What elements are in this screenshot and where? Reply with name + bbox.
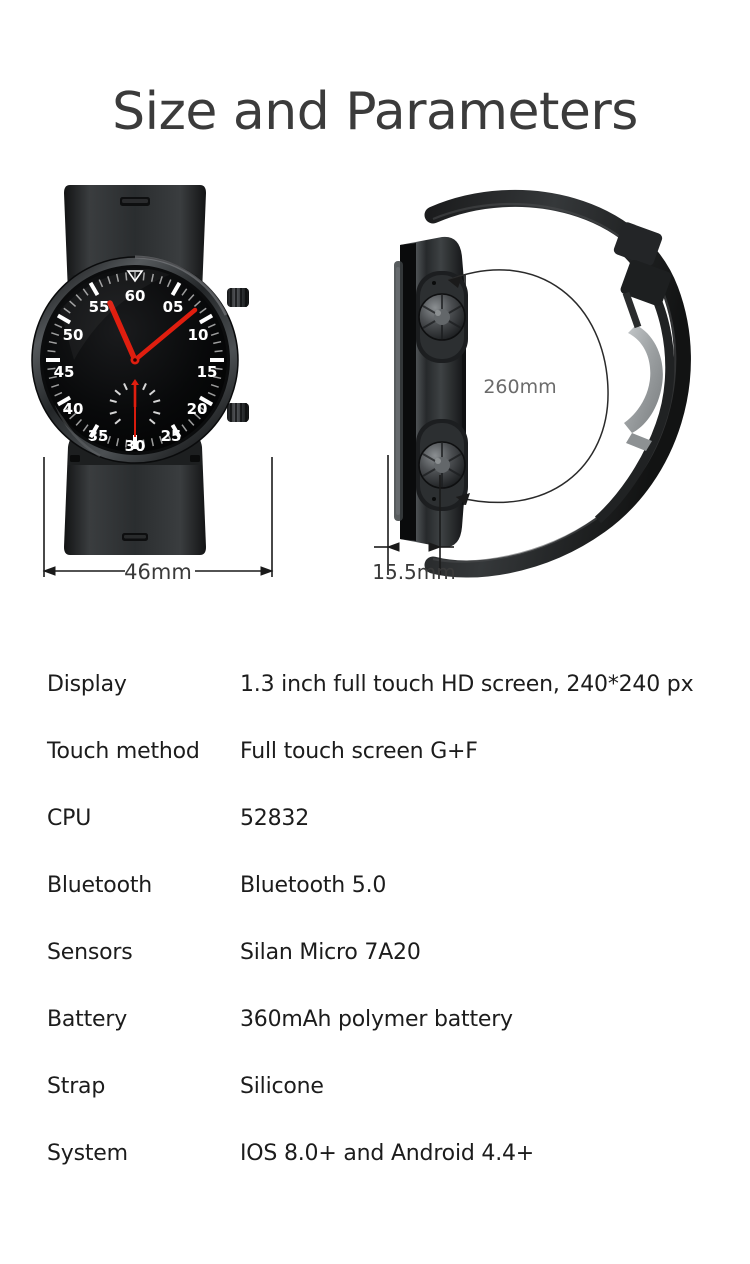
spec-label: CPU [47, 806, 92, 831]
side-button-lower [227, 403, 249, 422]
front-dimension-label: 46mm [124, 560, 192, 584]
spec-value: Silan Micro 7A20 [240, 940, 421, 965]
spec-value: 1.3 inch full touch HD screen, 240*240 p… [240, 672, 694, 697]
side-view-group: 260mm 15.5mm [370, 175, 730, 615]
spec-value: IOS 8.0+ and Android 4.4+ [240, 1141, 535, 1166]
smartwatch-side-svg: 260mm 15.5mm [372, 189, 691, 584]
spec-label: Strap [47, 1074, 106, 1099]
dimension-260mm: 260mm [447, 269, 609, 505]
table-row: Bluetooth Bluetooth 5.0 [47, 873, 727, 940]
table-row: System IOS 8.0+ and Android 4.4+ [47, 1141, 727, 1208]
side-thickness-label: 15.5mm [372, 560, 456, 584]
strap-circumference-label: 260mm [483, 376, 556, 398]
spec-label: Sensors [47, 940, 133, 965]
table-row: Battery 360mAh polymer battery [47, 1007, 727, 1074]
spec-value: Full touch screen G+F [240, 739, 478, 764]
spec-value: 360mAh polymer battery [240, 1007, 513, 1032]
side-button-upper [227, 288, 249, 307]
spec-value: Bluetooth 5.0 [240, 873, 387, 898]
numeral-05: 05 [163, 298, 184, 316]
illustration-area: 60 05 10 15 20 25 30 35 40 45 50 55 46mm… [0, 175, 750, 635]
spec-value: Silicone [240, 1074, 324, 1099]
spec-table: Display 1.3 inch full touch HD screen, 2… [47, 672, 727, 1208]
smartwatch-front-svg: 60 05 10 15 20 25 30 35 40 45 50 55 46mm [31, 185, 274, 584]
table-row: Sensors Silan Micro 7A20 [47, 940, 727, 1007]
crown-button-upper [416, 271, 468, 363]
numeral-10: 10 [188, 326, 209, 344]
table-row: CPU 52832 [47, 806, 727, 873]
spec-value: 52832 [240, 806, 309, 831]
front-view-group: 60 05 10 15 20 25 30 35 40 45 50 55 46mm [30, 175, 300, 595]
product-spec-page: Size and Parameters 60 05 10 15 20 25 30… [0, 0, 750, 1264]
numeral-15: 15 [197, 363, 218, 381]
table-row: Strap Silicone [47, 1074, 727, 1141]
page-title: Size and Parameters [112, 82, 638, 142]
spec-label: Display [47, 672, 127, 697]
numeral-45: 45 [54, 363, 75, 381]
spec-label: Touch method [47, 739, 200, 764]
spec-label: Battery [47, 1007, 128, 1032]
numeral-40: 40 [63, 400, 84, 418]
spec-label: Bluetooth [47, 873, 152, 898]
table-row: Touch method Full touch screen G+F [47, 739, 727, 806]
table-row: Display 1.3 inch full touch HD screen, 2… [47, 672, 727, 739]
numeral-20: 20 [187, 400, 208, 418]
spec-label: System [47, 1141, 128, 1166]
